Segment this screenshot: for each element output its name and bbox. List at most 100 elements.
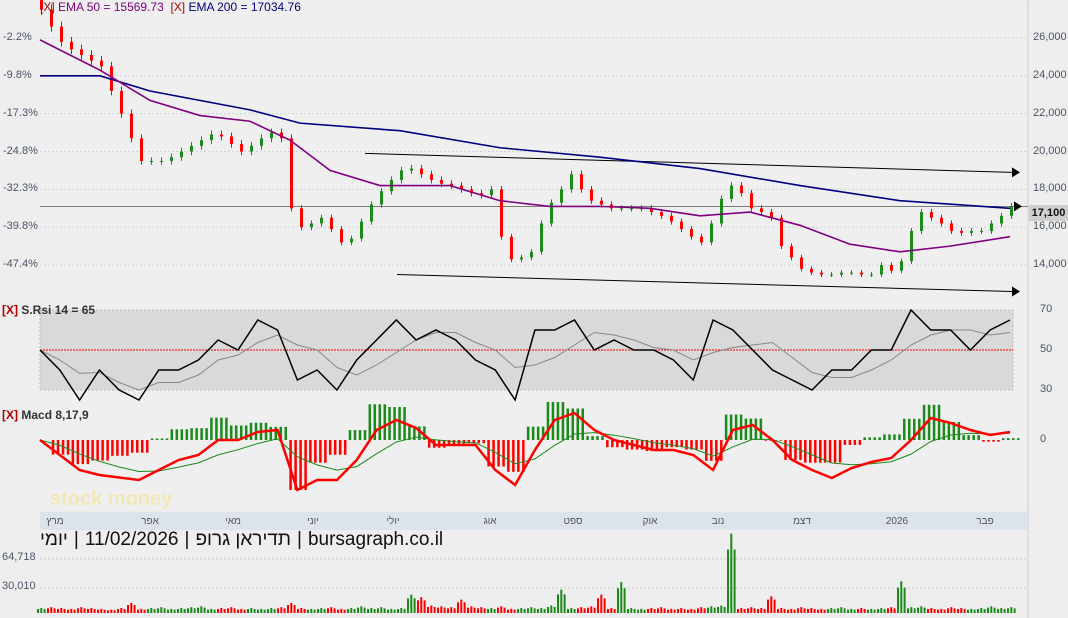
- volume-bar: [603, 598, 606, 613]
- volume-bar: [50, 607, 53, 613]
- macd-histogram-bar: [888, 434, 891, 440]
- volume-bar: [210, 608, 213, 613]
- date-label: 11/02/2026: [84, 529, 179, 550]
- volume-bar: [693, 609, 696, 613]
- macd-histogram-bar: [937, 404, 941, 440]
- volume-bar: [37, 608, 39, 613]
- candle: [180, 151, 183, 158]
- candle: [1000, 215, 1003, 224]
- volume-bar: [1007, 608, 1009, 613]
- volume-bar: [127, 604, 129, 613]
- volume-bar: [633, 608, 636, 613]
- macd-histogram-bar: [269, 426, 273, 440]
- candle: [810, 268, 813, 273]
- volume-bar: [583, 608, 586, 613]
- remove-ema50-button[interactable]: [X]: [40, 0, 55, 14]
- volume-bar: [850, 608, 853, 613]
- macd-histogram-bar: [556, 402, 560, 440]
- macd-histogram-bar: [353, 430, 357, 440]
- volume-bar: [403, 608, 406, 613]
- volume-bar: [937, 609, 939, 613]
- volume-bar: [1013, 608, 1016, 613]
- candle: [260, 138, 263, 146]
- volume-bar: [280, 607, 283, 613]
- remove-macd-button[interactable]: [X]: [2, 408, 18, 422]
- macd-histogram-bar: [398, 407, 401, 440]
- remove-rsi-button[interactable]: [X]: [2, 303, 18, 317]
- macd-histogram-bar: [967, 435, 970, 440]
- macd-histogram-bar: [71, 440, 75, 465]
- volume-bar: [930, 607, 933, 613]
- volume-bar: [300, 607, 303, 613]
- volume-bar: [637, 609, 639, 613]
- candle: [690, 229, 693, 237]
- macd-histogram-bar: [249, 422, 253, 440]
- volume-bar: [550, 605, 553, 613]
- volume-bar: [877, 608, 879, 613]
- volume-bar: [380, 607, 383, 613]
- candle: [1010, 206, 1013, 216]
- volume-bar: [960, 607, 963, 613]
- volume-bar: [180, 607, 183, 613]
- candle: [590, 189, 593, 201]
- volume-bar: [237, 609, 239, 613]
- volume-bar: [373, 608, 376, 613]
- macd-histogram-bar: [309, 440, 312, 463]
- macd-histogram-bar: [1017, 438, 1020, 440]
- macd-histogram-bar: [358, 430, 362, 440]
- volume-bar: [163, 608, 166, 613]
- volume-bar: [617, 588, 619, 613]
- volume-bar: [197, 607, 199, 613]
- volume-bar: [267, 608, 269, 613]
- volume-bar: [487, 608, 489, 613]
- candle: [60, 26, 63, 42]
- volume-bar: [170, 608, 173, 613]
- volume-bar: [987, 607, 989, 613]
- candle: [670, 215, 673, 222]
- candle: [160, 160, 163, 162]
- volume-bar: [490, 607, 493, 613]
- macd-histogram-bar: [710, 440, 713, 461]
- rsi-legend: [X] S.Rsi 14 = 65: [2, 303, 95, 317]
- macd-histogram-bar: [130, 440, 134, 453]
- volume-bar: [827, 608, 829, 613]
- volume-bar: [690, 608, 693, 613]
- candle: [190, 145, 193, 152]
- month-label: ספט: [563, 516, 583, 527]
- macd-histogram-bar: [987, 440, 990, 442]
- macd-histogram-bar: [383, 404, 387, 440]
- candle: [560, 189, 563, 203]
- volume-bar: [600, 594, 603, 613]
- volume-bar: [247, 608, 249, 613]
- remove-ema200-button[interactable]: [X]: [170, 0, 185, 14]
- candle: [630, 208, 633, 210]
- volume-bar: [993, 607, 996, 613]
- volume-bar: [623, 588, 626, 613]
- volume-bar: [687, 609, 689, 613]
- volume-bar: [343, 609, 346, 613]
- volume-bar: [337, 609, 339, 613]
- macd-histogram-bar: [1002, 438, 1005, 440]
- macd-histogram-bar: [700, 440, 703, 450]
- volume-bar: [897, 587, 899, 613]
- macd-histogram-bar: [51, 440, 55, 455]
- volume-bar: [810, 607, 813, 613]
- macd-histogram-bar: [116, 440, 119, 456]
- volume-bar: [787, 609, 789, 613]
- volume-bar: [780, 607, 783, 613]
- macd-histogram-bar: [165, 438, 169, 440]
- macd-histogram-bar: [685, 440, 688, 450]
- volume-bar: [233, 608, 236, 613]
- volume-bar: [703, 608, 706, 613]
- macd-histogram-bar: [180, 429, 184, 440]
- macd-histogram-bar: [170, 429, 174, 440]
- volume-bar: [383, 608, 386, 613]
- volume-bar: [107, 610, 109, 613]
- volume-bar: [173, 609, 176, 613]
- macd-histogram-bar: [225, 417, 228, 440]
- candle: [80, 49, 83, 56]
- volume-bar: [117, 608, 119, 613]
- volume-bar: [140, 608, 143, 613]
- macd-histogram-bar: [982, 440, 985, 442]
- volume-bar: [570, 607, 573, 613]
